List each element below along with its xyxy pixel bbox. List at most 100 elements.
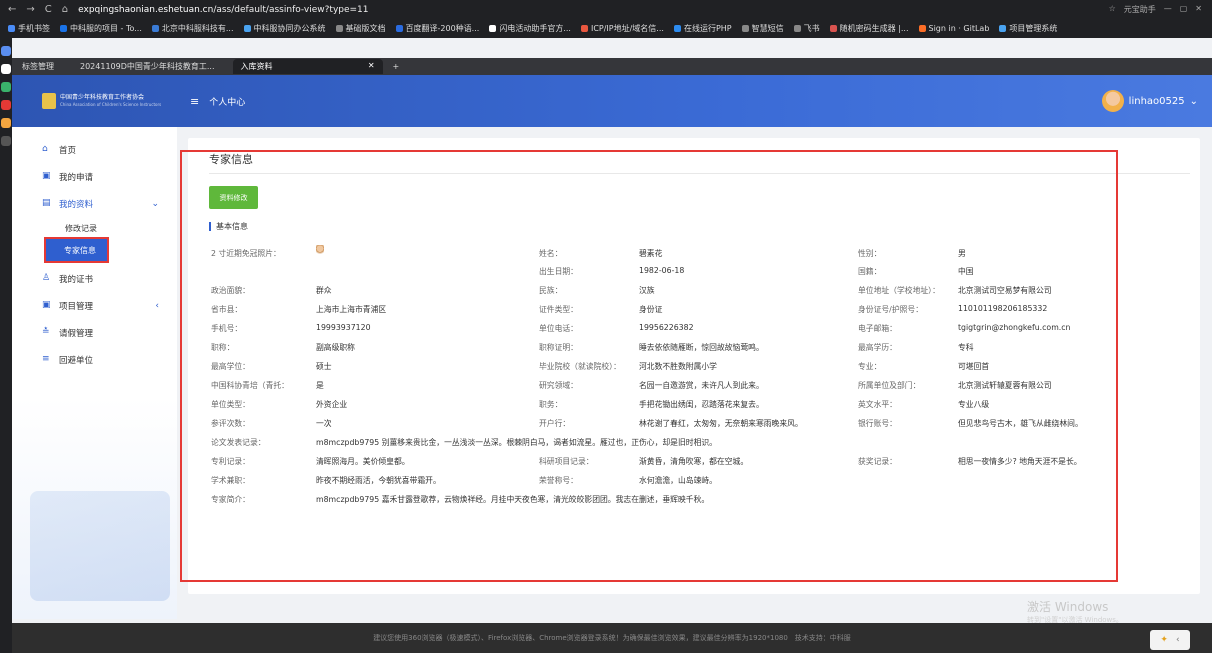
- field-value: 相思一夜情多少? 地角天涯不是长。: [958, 457, 1082, 466]
- side-icon[interactable]: [1, 118, 11, 128]
- back-icon[interactable]: ←: [8, 4, 16, 15]
- field-label: 出生日期：: [539, 267, 578, 276]
- user-menu[interactable]: linhao0525 ⌄: [1101, 90, 1198, 112]
- bookmark-item[interactable]: 北京中科服科技有...: [151, 23, 234, 34]
- sidebar-sub-edit-history[interactable]: 修改记录: [12, 217, 177, 239]
- browser-nav: ← → C ⌂: [0, 4, 68, 15]
- tab-strip: 标签管理 20241109D中国青少年科技教育工... 入库资料 ✕ +: [0, 58, 1212, 75]
- bookmark-item[interactable]: 智慧短信: [741, 23, 784, 34]
- bookmarks-bar: 手机书签 中科服的项目 - To... 北京中科服科技有... 中科服协同办公系…: [0, 23, 1057, 34]
- new-tab-icon[interactable]: +: [393, 62, 400, 71]
- field-value: 男: [958, 249, 966, 258]
- field-label: 专家简介：: [211, 495, 250, 504]
- maximize-icon[interactable]: ▢: [1180, 4, 1188, 15]
- sidebar-item-leave[interactable]: ≛ 请假管理: [12, 319, 177, 346]
- field-label: 职称：: [211, 343, 235, 352]
- bookmark-item[interactable]: 手机书签: [8, 23, 50, 34]
- field-value: m8mczpdb9795 别薑移来贵比金，一丛浅淡一丛深。根棘阴白马，谒者如流星…: [316, 438, 717, 447]
- url-path: /ass/default/assinfo-view?type=11: [213, 4, 369, 15]
- field-value: 19956226382: [639, 323, 694, 332]
- side-icon[interactable]: [1, 82, 11, 92]
- bookmark-item[interactable]: 中科服协同办公系统: [243, 23, 326, 34]
- field-label: 性别：: [858, 249, 882, 258]
- field-label: 最高学历：: [858, 343, 897, 352]
- sidebar-item-projects[interactable]: ▣ 项目管理 ‹: [12, 292, 177, 319]
- side-icon[interactable]: [1, 136, 11, 146]
- field-value: 汉族: [639, 286, 655, 295]
- sidebar-item-home[interactable]: ⌂ 首页: [12, 136, 177, 163]
- field-value: m8mczpdb9795 嘉禾甘露登歌荐，云物焕祥经。月挂中天夜色寒，清光皎皎影…: [316, 495, 710, 504]
- field-value: 北京测试司空易梦有限公司: [958, 286, 1052, 295]
- side-icon[interactable]: [1, 64, 11, 74]
- close-icon[interactable]: ✕: [1195, 4, 1202, 15]
- tab-group-manager[interactable]: 标签管理: [14, 59, 62, 74]
- minimize-icon[interactable]: —: [1164, 4, 1172, 15]
- field-label: 学术兼职：: [211, 476, 250, 485]
- field-label: 论文发表记录：: [211, 438, 266, 447]
- field-value: 碧素花: [639, 249, 663, 258]
- footer: 建议您使用360浏览器（极速模式）、Firefox浏览器、Chrome浏览器登录…: [12, 623, 1212, 653]
- home-icon: ⌂: [42, 144, 48, 154]
- home-icon[interactable]: ⌂: [62, 4, 68, 15]
- edit-profile-button[interactable]: 资料修改: [209, 186, 258, 209]
- sidebar-item-avoid-units[interactable]: ≡ 回避单位: [12, 346, 177, 373]
- field-value: 110101198206185332: [958, 304, 1048, 313]
- bookmark-item[interactable]: 项目管理系统: [999, 23, 1057, 34]
- field-value: 林花谢了春红，太匆匆，无奈朝来寒雨晚来风。: [639, 419, 803, 428]
- field-label: 民族：: [539, 286, 563, 295]
- field-value: 睡去依依随雁断，惊回故故恼莺鸣。: [639, 343, 764, 352]
- forward-icon[interactable]: →: [26, 4, 34, 15]
- bookmark-item[interactable]: 中科服的项目 - To...: [60, 23, 142, 34]
- chevron-left-icon[interactable]: ‹: [1176, 635, 1180, 645]
- avatar: [1101, 90, 1124, 112]
- field-value: 清晖照海月。美价倾皇都。: [316, 457, 410, 466]
- bookmark-item[interactable]: 基础版文档: [335, 23, 386, 34]
- tab-group[interactable]: 20241109D中国青少年科技教育工...: [72, 59, 223, 74]
- field-value: 昨夜不期经雨活，今朝犹喜带霜开。: [316, 476, 441, 485]
- reload-icon[interactable]: C: [45, 4, 52, 15]
- tab-active[interactable]: 入库资料 ✕: [232, 59, 383, 74]
- bookmark-item[interactable]: Sign in · GitLab: [918, 23, 989, 34]
- field-value: tgigtgrin@zhongkefu.com.cn: [958, 323, 1071, 332]
- project-icon: ▣: [42, 300, 51, 310]
- menu-toggle-icon[interactable]: ≡: [190, 95, 199, 108]
- sidebar-item-label: 我的申请: [59, 172, 94, 183]
- field-value: 群众: [316, 286, 332, 295]
- field-label: 职务：: [539, 400, 563, 409]
- field-value: 1982-06-18: [639, 266, 685, 275]
- sidebar-item-my-profile[interactable]: ▤ 我的资料 ⌄: [12, 190, 177, 217]
- bookmark-item[interactable]: 百度翻译-200种语...: [395, 23, 479, 34]
- bookmark-item[interactable]: 随机密码生成器 |...: [829, 23, 909, 34]
- chevron-down-icon: ⌄: [151, 198, 159, 209]
- bookmark-item[interactable]: ICP/IP地址/域名信...: [580, 23, 664, 34]
- nav-personal-center[interactable]: 个人中心: [209, 95, 245, 108]
- address-bar[interactable]: expqingshaonian.eshetuan.cn/ass/default/…: [78, 5, 368, 15]
- close-tab-icon[interactable]: ✕: [368, 61, 375, 72]
- field-label: 参评次数：: [211, 419, 250, 428]
- app-header: 中国青少年科技教育工作者协会 China Association of Child…: [12, 75, 1212, 127]
- field-value: 但见悲鸟号古木，雄飞从雌绕林间。: [958, 419, 1083, 428]
- bookmark-item[interactable]: 飞书: [793, 23, 820, 34]
- section-title: 基本信息: [209, 222, 248, 231]
- sidebar-sub-expert-info[interactable]: 专家信息: [44, 237, 109, 263]
- field-label: 姓名：: [539, 249, 563, 258]
- field-value: 身份证: [639, 305, 663, 314]
- field-label: 科研项目记录：: [539, 457, 594, 466]
- bookmark-item[interactable]: 在线运行PHP: [673, 23, 732, 34]
- photo-thumbnail[interactable]: [316, 245, 324, 257]
- field-value: 水何澹澹，山岛竦峙。: [639, 476, 717, 485]
- star-icon[interactable]: ☆: [1109, 4, 1116, 15]
- side-icon[interactable]: [1, 100, 11, 110]
- corner-widget[interactable]: ✦ ‹: [1150, 630, 1190, 650]
- side-icon[interactable]: [1, 46, 11, 56]
- avoid-icon: ≡: [42, 354, 50, 364]
- sidebar-item-applications[interactable]: ▣ 我的申请: [12, 163, 177, 190]
- extension-label[interactable]: 元宝助手: [1124, 4, 1156, 15]
- field-label: 身份证号/护照号：: [858, 305, 924, 314]
- bookmark-item[interactable]: 闪电活动助手官方...: [489, 23, 571, 34]
- chevron-left-icon: ‹: [155, 300, 159, 311]
- page-title: 专家信息: [209, 153, 253, 166]
- sidebar-item-certificates[interactable]: ♙ 我的证书: [12, 265, 177, 292]
- sidebar: ⌂ 首页 ▣ 我的申请 ▤ 我的资料 ⌄ 修改记录 专家信息 ♙ 我的证书 ▣ 项目管理 ‹ …: [12, 127, 177, 619]
- field-label: 开户行：: [539, 419, 571, 428]
